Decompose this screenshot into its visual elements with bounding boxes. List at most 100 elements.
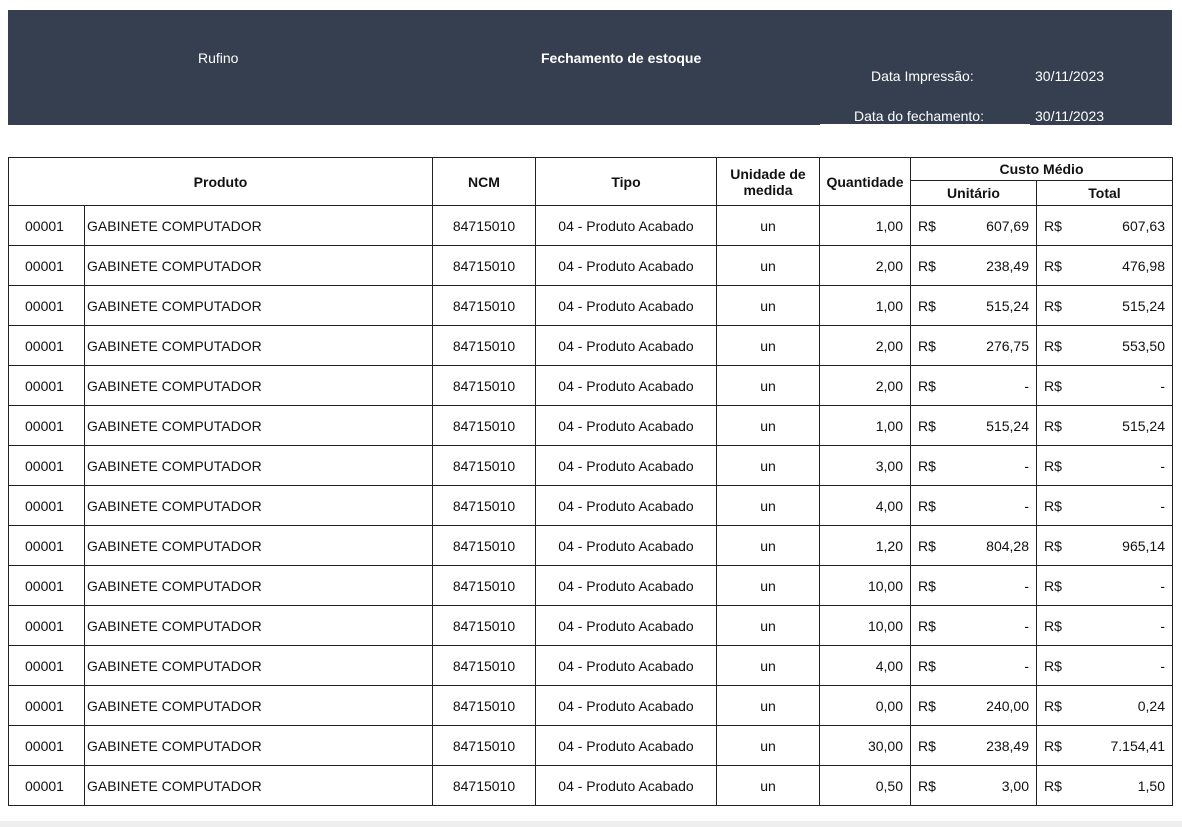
unit-cost: R$ -: [910, 485, 1037, 526]
currency-symbol: R$: [918, 657, 936, 674]
quantity-cell: 4,00: [819, 485, 911, 526]
currency-symbol: R$: [1044, 377, 1062, 394]
total-cost: R$ 515,24: [1036, 405, 1173, 446]
quantity-cell: 2,00: [819, 325, 911, 366]
product-name: GABINETE COMPUTADOR: [84, 405, 433, 446]
ncm-cell: 84715010: [432, 245, 536, 286]
currency-symbol: R$: [918, 377, 936, 394]
product-name: GABINETE COMPUTADOR: [84, 525, 433, 566]
currency-symbol: R$: [1044, 417, 1062, 434]
ncm-cell: 84715010: [432, 685, 536, 726]
currency-symbol: R$: [1044, 697, 1062, 714]
unit-cost: R$ 240,00: [910, 685, 1037, 726]
header-unitario: Unitário: [910, 180, 1037, 206]
currency-symbol: R$: [1044, 457, 1062, 474]
unit-cell: un: [716, 565, 820, 606]
unit-cost: R$ -: [910, 365, 1037, 406]
tipo-cell: 04 - Produto Acabado: [535, 605, 717, 646]
total-cost: R$ -: [1036, 565, 1173, 606]
tipo-cell: 04 - Produto Acabado: [535, 245, 717, 286]
product-code: 00001: [8, 525, 85, 566]
ncm-cell: 84715010: [432, 325, 536, 366]
tipo-cell: 04 - Produto Acabado: [535, 405, 717, 446]
currency-symbol: R$: [918, 257, 936, 274]
unit-cell: un: [716, 285, 820, 326]
unit-cost-value: 240,00: [986, 697, 1029, 714]
currency-symbol: R$: [918, 497, 936, 514]
total-cost-value: 553,50: [1122, 337, 1165, 354]
total-cost: R$ 965,14: [1036, 525, 1173, 566]
tipo-cell: 04 - Produto Acabado: [535, 565, 717, 606]
currency-symbol: R$: [918, 217, 936, 234]
total-cost: R$ -: [1036, 365, 1173, 406]
table-row: 00001 GABINETE COMPUTADOR 84715010 04 - Pro…: [8, 405, 1173, 446]
currency-symbol: R$: [1044, 297, 1062, 314]
product-code: 00001: [8, 445, 85, 486]
unit-cost: R$ 238,49: [910, 245, 1037, 286]
unit-cell: un: [716, 245, 820, 286]
total-cost: R$ -: [1036, 645, 1173, 686]
total-cost: R$ 553,50: [1036, 325, 1173, 366]
table-row: 00001 GABINETE COMPUTADOR 84715010 04 - Pro…: [8, 765, 1173, 806]
total-cost-value: 607,63: [1122, 217, 1165, 234]
tipo-cell: 04 - Produto Acabado: [535, 645, 717, 686]
ncm-cell: 84715010: [432, 565, 536, 606]
ncm-cell: 84715010: [432, 445, 536, 486]
unit-cell: un: [716, 605, 820, 646]
unit-cost-value: -: [1024, 497, 1029, 514]
unit-cost-value: 276,75: [986, 337, 1029, 354]
table-row: 00001 GABINETE COMPUTADOR 84715010 04 - Pro…: [8, 445, 1173, 486]
total-cost: R$ 0,24: [1036, 685, 1173, 726]
table-row: 00001 GABINETE COMPUTADOR 84715010 04 - Pro…: [8, 525, 1173, 566]
tipo-cell: 04 - Produto Acabado: [535, 285, 717, 326]
total-cost-value: 515,24: [1122, 297, 1165, 314]
currency-symbol: R$: [1044, 617, 1062, 634]
unit-cost: R$ -: [910, 645, 1037, 686]
unit-cost: R$ -: [910, 565, 1037, 606]
header-tipo: Tipo: [535, 157, 717, 206]
total-cost: R$ 476,98: [1036, 245, 1173, 286]
tipo-cell: 04 - Produto Acabado: [535, 205, 717, 246]
unit-cell: un: [716, 485, 820, 526]
company-name: Rufino: [198, 50, 239, 66]
unit-cost-value: 238,49: [986, 257, 1029, 274]
total-cost: R$ -: [1036, 445, 1173, 486]
quantity-cell: 10,00: [819, 605, 911, 646]
currency-symbol: R$: [918, 297, 936, 314]
product-name: GABINETE COMPUTADOR: [84, 565, 433, 606]
table-row: 00001 GABINETE COMPUTADOR 84715010 04 - Pro…: [8, 605, 1173, 646]
unit-cost: R$ 238,49: [910, 725, 1037, 766]
total-cost-value: 0,24: [1137, 697, 1165, 714]
product-code: 00001: [8, 365, 85, 406]
total-cost-value: 515,24: [1122, 417, 1165, 434]
product-name: GABINETE COMPUTADOR: [84, 245, 433, 286]
total-cost-value: -: [1160, 657, 1165, 674]
tipo-cell: 04 - Produto Acabado: [535, 325, 717, 366]
product-name: GABINETE COMPUTADOR: [84, 485, 433, 526]
total-cost-value: 1,50: [1137, 777, 1165, 794]
unit-cell: un: [716, 765, 820, 806]
product-code: 00001: [8, 645, 85, 686]
print-date-label: Data Impressão:: [871, 68, 974, 84]
table-row: 00001 GABINETE COMPUTADOR 84715010 04 - Pro…: [8, 245, 1173, 286]
currency-symbol: R$: [1044, 217, 1062, 234]
unit-cost-value: 607,69: [986, 217, 1029, 234]
product-code: 00001: [8, 205, 85, 246]
currency-symbol: R$: [1044, 337, 1062, 354]
total-cost: R$ -: [1036, 485, 1173, 526]
product-code: 00001: [8, 325, 85, 366]
table-row: 00001 GABINETE COMPUTADOR 84715010 04 - Pro…: [8, 325, 1173, 366]
product-name: GABINETE COMPUTADOR: [84, 325, 433, 366]
unit-cell: un: [716, 645, 820, 686]
currency-symbol: R$: [918, 417, 936, 434]
currency-symbol: R$: [1044, 577, 1062, 594]
total-cost-value: 7.154,41: [1110, 737, 1166, 754]
unit-cost: R$ 804,28: [910, 525, 1037, 566]
total-cost: R$ 7.154,41: [1036, 725, 1173, 766]
total-cost-value: 476,98: [1122, 257, 1165, 274]
unit-cost-value: 804,28: [986, 537, 1029, 554]
quantity-cell: 0,50: [819, 765, 911, 806]
product-name: GABINETE COMPUTADOR: [84, 285, 433, 326]
total-cost-value: -: [1160, 377, 1165, 394]
total-cost: R$ 515,24: [1036, 285, 1173, 326]
